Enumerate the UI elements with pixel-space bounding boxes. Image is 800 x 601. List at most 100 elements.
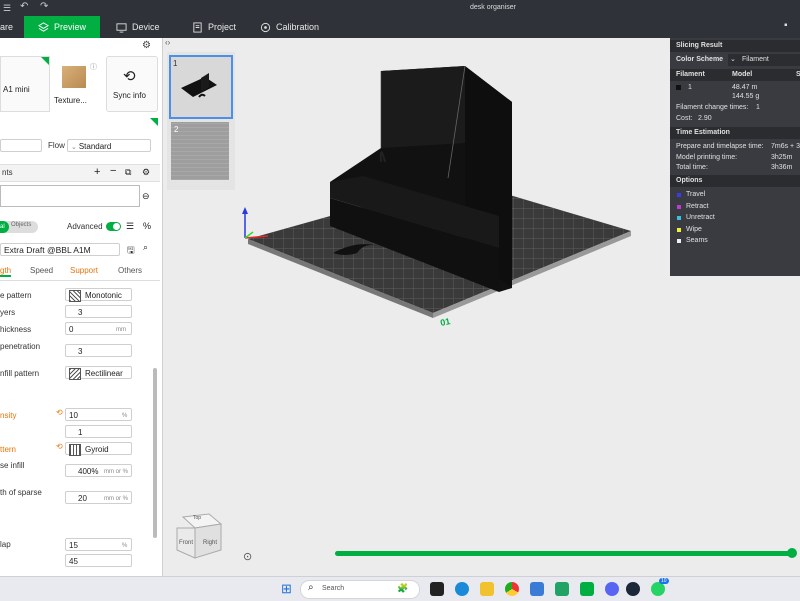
app-icon[interactable] (530, 582, 544, 596)
option-swatch (677, 216, 681, 220)
tab-preview[interactable]: Preview (24, 16, 100, 38)
penetration-input[interactable]: 3 (65, 344, 132, 357)
percent-icon[interactable]: % (143, 221, 151, 231)
view-cube-top[interactable]: Top (193, 515, 201, 521)
collapse-icon[interactable]: ‹› (165, 38, 170, 47)
remove-icon[interactable]: − (110, 165, 116, 177)
gear-icon[interactable]: ⚙ (142, 40, 151, 51)
add-icon[interactable]: + (94, 166, 100, 178)
settings-icon[interactable]: ⚙ (142, 167, 150, 178)
info-icon[interactable]: ⓘ (90, 62, 97, 72)
view-cube[interactable]: Top Front Right (171, 512, 225, 562)
minus-circle-icon[interactable]: ⊖ (142, 191, 150, 202)
flow-select[interactable]: ⌄ Standard (67, 139, 151, 152)
layers-value: 3 (78, 308, 83, 317)
view-cube-right[interactable]: Right (203, 540, 217, 546)
layers-input[interactable]: 3 (65, 305, 132, 318)
redo-icon[interactable]: ↷ (40, 1, 48, 12)
total-time-label: Total time: (676, 164, 708, 171)
settings-scrollbar[interactable] (153, 368, 157, 538)
option-item[interactable]: Retract (686, 203, 709, 210)
device-icon (116, 22, 127, 33)
angle-input[interactable]: 45 (65, 554, 132, 567)
extra-input[interactable]: 1 (65, 425, 132, 438)
tab-strength[interactable]: gth (0, 266, 12, 277)
components-label: nts (2, 168, 13, 177)
filament-select[interactable] (0, 139, 42, 152)
chrome-icon[interactable] (505, 582, 519, 596)
global-objects-toggle[interactable]: al Objects (0, 221, 38, 233)
density-input[interactable]: 10 % (65, 408, 132, 421)
sparse-pattern-select[interactable]: Gyroid (65, 442, 132, 456)
discord-icon[interactable] (605, 582, 619, 596)
tab-calibration[interactable]: Calibration (260, 16, 319, 38)
sparse-infill-input[interactable]: 400% mm or % (65, 464, 132, 477)
layer-slider-handle[interactable] (787, 548, 797, 558)
sheets-icon[interactable] (555, 582, 569, 596)
density-value: 10 (69, 411, 78, 420)
tab-prepare[interactable]: are (0, 16, 24, 38)
advanced-toggle[interactable] (106, 222, 121, 231)
start-icon[interactable]: ⊞ (281, 581, 292, 597)
plate-thumb-1[interactable]: 1 (169, 55, 233, 119)
tab-device[interactable]: Device (116, 16, 160, 38)
task-view-icon[interactable] (430, 582, 444, 596)
copy-icon[interactable]: ⧉ (125, 167, 131, 178)
printer-card[interactable]: A1 mini (0, 56, 50, 112)
th-sparse-value: 20 (78, 494, 87, 503)
thickness-input[interactable]: 0 mm (65, 322, 132, 335)
view-cube-front[interactable]: Front (179, 540, 193, 546)
layer-slider[interactable] (335, 548, 797, 558)
option-item[interactable]: Wipe (686, 226, 702, 233)
extra-value: 1 (78, 428, 83, 437)
taskbar-search[interactable]: ⌕ Search 🧩 (300, 580, 420, 599)
sparse-infill-label: se infill (0, 461, 25, 470)
col-filament: Filament (676, 71, 705, 78)
pattern-select[interactable]: Monotonic (65, 288, 132, 302)
tab-others[interactable]: Others (118, 266, 142, 275)
th-sparse-unit: mm or % (104, 496, 128, 502)
tab-global[interactable]: al (0, 221, 9, 233)
save-icon[interactable]: 🖫 (127, 243, 135, 259)
fit-view-icon[interactable]: ⊙ (243, 550, 252, 563)
thickness-unit: mm (116, 327, 126, 333)
tab-support[interactable]: Support (70, 266, 98, 275)
tab-calibration-label: Calibration (276, 22, 320, 32)
plate-name: Texture... (54, 96, 87, 105)
overlap-input[interactable]: 15 % (65, 538, 132, 551)
tab-speed[interactable]: Speed (30, 266, 53, 275)
option-item[interactable]: Travel (686, 191, 705, 198)
menu-icon[interactable]: ☰ (3, 3, 11, 14)
tab-preview-label: Preview (54, 22, 87, 32)
more-icon[interactable]: ▪ (784, 20, 788, 31)
plate-card[interactable]: ⓘ Texture... (54, 56, 102, 110)
search-icon[interactable]: ⌕ (143, 242, 148, 253)
build-plate-scene[interactable]: 01 (233, 48, 643, 348)
printer-name: A1 mini (3, 85, 30, 94)
list-icon[interactable]: ☰ (126, 221, 134, 232)
object-list[interactable] (0, 185, 140, 207)
chevron-down-icon: ⌄ (730, 56, 736, 63)
file-explorer-icon[interactable] (480, 582, 494, 596)
reset-icon[interactable]: ⟲ (56, 442, 63, 451)
plate-thumb-2[interactable]: 2 (171, 122, 229, 180)
undo-icon[interactable]: ↶ (20, 1, 28, 12)
th-sparse-input[interactable]: 20 mm or % (65, 491, 132, 504)
tab-project[interactable]: Project (192, 16, 236, 38)
bambu-studio-icon[interactable] (580, 582, 594, 596)
color-scheme-select[interactable]: ⌄ Filament (728, 54, 800, 66)
reset-icon[interactable]: ⟲ (56, 408, 63, 417)
sync-info-button[interactable]: ⟲ Sync info (106, 56, 158, 112)
process-profile-select[interactable]: Extra Draft @BBL A1M (0, 243, 120, 256)
monotonic-pattern-icon (69, 289, 81, 302)
steam-app-icon[interactable] (626, 582, 640, 596)
pattern-value: Monotonic (85, 291, 122, 300)
tab-objects[interactable]: Objects (11, 222, 31, 228)
option-item[interactable]: Seams (686, 237, 708, 244)
infill-pattern-select[interactable]: Rectilinear (65, 366, 132, 380)
whatsapp-app-icon[interactable] (651, 582, 665, 596)
edge-icon[interactable] (455, 582, 469, 596)
option-item[interactable]: Unretract (686, 214, 715, 221)
widget-icon: 🧩 (397, 583, 409, 593)
density-label: nsity (0, 411, 17, 420)
